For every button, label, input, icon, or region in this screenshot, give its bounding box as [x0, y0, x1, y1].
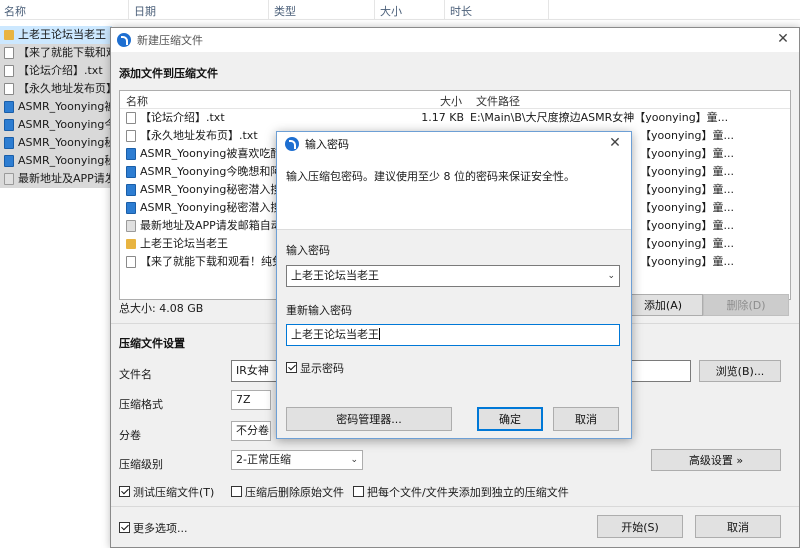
explorer-item[interactable]: ASMR_Yoonying秘 [0, 152, 112, 170]
media-file-icon [4, 137, 14, 149]
column-duration[interactable]: 时长 [450, 3, 472, 19]
advanced-settings-button[interactable]: 高级设置 » [651, 449, 781, 471]
delete-button[interactable]: 删除(D) [703, 294, 789, 316]
password-dialog: 输入密码 ✕ 输入压缩包密码。建议使用至少 8 位的密码来保证安全性。 输入密码… [276, 131, 632, 439]
media-file-icon [126, 184, 136, 196]
reenter-password-input[interactable]: 上老王论坛当老王 [286, 324, 620, 346]
explorer-item[interactable]: 【来了就能下载和观 [0, 44, 112, 62]
media-file-icon [126, 166, 136, 178]
txt-file-icon [126, 130, 136, 142]
txt-file-icon [126, 256, 136, 268]
checkbox-checked-icon [119, 486, 130, 497]
close-icon[interactable]: ✕ [775, 31, 791, 47]
column-size[interactable]: 大小 [380, 3, 402, 19]
media-file-icon [4, 155, 14, 167]
separate-archives-checkbox[interactable]: 把每个文件/文件夹添加到独立的压缩文件 [353, 484, 569, 500]
filename-label: 文件名 [119, 368, 152, 381]
folder-icon [4, 30, 14, 40]
format-select[interactable]: 7Z [231, 390, 271, 410]
app-icon [285, 137, 299, 151]
ok-button[interactable]: 确定 [477, 407, 543, 431]
password-dialog-titlebar[interactable]: 输入密码 [277, 132, 631, 156]
checkbox-unchecked-icon [353, 486, 364, 497]
txt-file-icon [4, 65, 14, 77]
folder-icon [126, 239, 136, 249]
more-options-checkbox[interactable]: 更多选项... [119, 520, 188, 536]
total-size: 总大小: 4.08 GB [119, 302, 204, 315]
column-date[interactable]: 日期 [134, 3, 156, 19]
chevron-down-icon[interactable]: ⌄ [607, 266, 615, 286]
level-select[interactable]: 2-正常压缩 ⌄ [231, 450, 363, 470]
media-file-icon [4, 101, 14, 113]
cancel-button[interactable]: 取消 [695, 515, 781, 538]
app-icon [117, 33, 131, 47]
explorer-item[interactable]: ASMR_Yoonying被 [0, 98, 112, 116]
settings-heading: 压缩文件设置 [119, 337, 185, 350]
dialog-title: 新建压缩文件 [137, 34, 203, 47]
browse-button[interactable]: 浏览(B)... [699, 360, 781, 382]
column-name[interactable]: 名称 [4, 3, 26, 19]
add-files-heading: 添加文件到压缩文件 [119, 67, 218, 80]
delete-after-checkbox[interactable]: 压缩后删除原始文件 [231, 484, 344, 500]
media-file-icon [126, 202, 136, 214]
txt-file-icon [4, 83, 14, 95]
header-path[interactable]: 文件路径 [476, 93, 520, 109]
file-row[interactable]: 【论坛介绍】.txt 1.17 KB E:\Main\B\大尺度撩边ASMR女神… [120, 109, 790, 127]
checkbox-checked-icon [286, 362, 297, 373]
explorer-column-header: 名称 日期 类型 大小 时长 [0, 0, 800, 20]
enter-password-input[interactable]: 上老王论坛当老王 ⌄ [286, 265, 620, 287]
close-icon[interactable]: ✕ [607, 135, 623, 151]
format-label: 压缩格式 [119, 398, 163, 411]
split-select[interactable]: 不分卷 [231, 421, 271, 441]
checkbox-checked-icon [119, 522, 130, 533]
test-archive-checkbox[interactable]: 测试压缩文件(T) [119, 484, 214, 500]
shortcut-icon [4, 173, 14, 185]
password-description: 输入压缩包密码。建议使用至少 8 位的密码来保证安全性。 [286, 170, 575, 183]
dialog-titlebar[interactable]: 新建压缩文件 [111, 28, 799, 52]
checkbox-unchecked-icon [231, 486, 242, 497]
explorer-item[interactable]: ASMR_Yoonying今 [0, 116, 112, 134]
reenter-password-label: 重新输入密码 [286, 304, 352, 317]
file-list-header: 名称 大小 文件路径 [120, 91, 790, 109]
start-button[interactable]: 开始(S) [597, 515, 683, 538]
explorer-item[interactable]: ASMR_Yoonying秘 [0, 134, 112, 152]
header-name[interactable]: 名称 [126, 93, 148, 109]
txt-file-icon [126, 112, 136, 124]
explorer-item[interactable]: 【永久地址发布页】 [0, 80, 112, 98]
password-cancel-button[interactable]: 取消 [553, 407, 619, 431]
explorer-item[interactable]: 【论坛介绍】.txt [0, 62, 112, 80]
level-label: 压缩级别 [119, 458, 163, 471]
header-size[interactable]: 大小 [440, 93, 462, 109]
media-file-icon [126, 148, 136, 160]
chevron-down-icon: ⌄ [350, 455, 358, 465]
add-button[interactable]: 添加(A) [623, 294, 703, 316]
column-type[interactable]: 类型 [274, 3, 296, 19]
enter-password-label: 输入密码 [286, 244, 330, 257]
password-description-panel: 输入压缩包密码。建议使用至少 8 位的密码来保证安全性。 [277, 156, 631, 229]
media-file-icon [4, 119, 14, 131]
txt-file-icon [4, 47, 14, 59]
explorer-item[interactable]: 最新地址及APP请发 [0, 170, 112, 188]
split-label: 分卷 [119, 429, 141, 442]
explorer-item[interactable]: 上老王论坛当老王 [0, 26, 112, 44]
password-manager-button[interactable]: 密码管理器... [286, 407, 452, 431]
shortcut-icon [126, 220, 136, 232]
explorer-file-list: 上老王论坛当老王 【来了就能下载和观 【论坛介绍】.txt 【永久地址发布页】 … [0, 26, 112, 188]
show-password-checkbox[interactable]: 显示密码 [286, 360, 344, 376]
password-dialog-title: 输入密码 [305, 138, 349, 151]
